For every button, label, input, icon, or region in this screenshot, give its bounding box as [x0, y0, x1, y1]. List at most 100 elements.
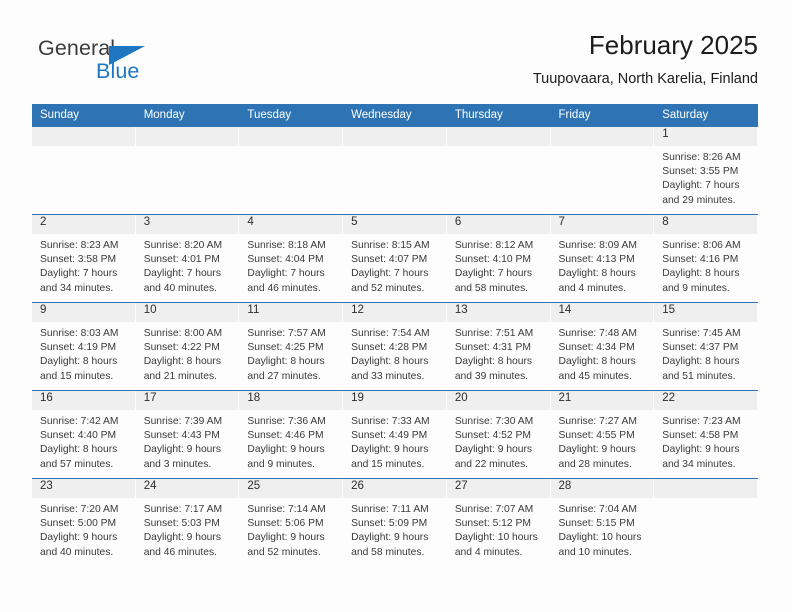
sunrise-text: Sunrise: 7:57 AM — [247, 328, 326, 339]
calendar-day-cell[interactable]: 12 Sunrise: 7:54 AM Sunset: 4:28 PM Dayligh… — [343, 302, 447, 391]
calendar-day-cell[interactable]: 1 Sunrise: 8:26 AM Sunset: 3:55 PM Daylight… — [654, 126, 758, 215]
day-cell-inner: 11 Sunrise: 7:57 AM Sunset: 4:25 PM Dayligh… — [239, 303, 344, 390]
daylight-text: Daylight: 7 hours and 58 minutes. — [454, 268, 533, 294]
calendar-day-cell[interactable]: 7 Sunrise: 8:09 AM Sunset: 4:13 PM Daylight… — [550, 214, 655, 303]
weekday-header-friday: Friday — [550, 104, 655, 127]
daylight-text: Daylight: 8 hours and 57 minutes. — [40, 444, 118, 470]
sunrise-text: Sunrise: 7:04 AM — [558, 504, 637, 515]
sunrise-text: Sunrise: 7:54 AM — [351, 328, 430, 339]
day-cell-inner: 18 Sunrise: 7:36 AM Sunset: 4:46 PM Dayligh… — [239, 391, 344, 478]
sunset-text: Sunset: 4:19 PM — [40, 342, 117, 354]
daylight-text: Daylight: 8 hours and 4 minutes. — [558, 268, 636, 294]
sunrise-text: Sunrise: 7:45 AM — [662, 328, 741, 339]
day-number — [32, 127, 136, 146]
calendar-day-cell-empty — [550, 126, 655, 215]
day-number: 17 — [135, 391, 240, 410]
calendar-day-cell[interactable]: 17 Sunrise: 7:39 AM Sunset: 4:43 PM Dayligh… — [135, 390, 240, 479]
day-cell-details: Sunrise: 8:03 AM Sunset: 4:19 PM Daylight:… — [32, 322, 136, 384]
day-cell-inner: 25 Sunrise: 7:14 AM Sunset: 5:06 PM Dayligh… — [239, 479, 344, 567]
day-number: 16 — [32, 391, 136, 410]
day-number — [550, 127, 655, 146]
sunrise-sunset-calendar-table: Sunday Monday Tuesday Wednesday Thursday… — [32, 104, 758, 567]
sunrise-text: Sunrise: 8:20 AM — [143, 240, 223, 251]
sunrise-text: Sunrise: 7:39 AM — [143, 416, 223, 427]
day-cell-details: Sunrise: 8:20 AM Sunset: 4:01 PM Daylight:… — [136, 234, 240, 296]
day-cell-inner: 20 Sunrise: 7:30 AM Sunset: 4:52 PM Dayligh… — [446, 391, 551, 478]
day-number: 2 — [32, 215, 136, 234]
day-cell-inner: 26 Sunrise: 7:11 AM Sunset: 5:09 PM Dayligh… — [343, 479, 447, 567]
calendar-day-cell[interactable]: 6 Sunrise: 8:12 AM Sunset: 4:10 PM Daylight… — [446, 214, 551, 303]
daylight-text: Daylight: 7 hours and 34 minutes. — [40, 268, 118, 294]
calendar-day-cell[interactable]: 27 Sunrise: 7:07 AM Sunset: 5:12 PM Dayligh… — [446, 478, 551, 567]
calendar-day-cell[interactable]: 2 Sunrise: 8:23 AM Sunset: 3:58 PM Daylight… — [32, 214, 136, 303]
day-cell-details: Sunrise: 7:23 AM Sunset: 4:58 PM Daylight:… — [654, 410, 758, 472]
day-number — [239, 127, 344, 146]
calendar-day-cell[interactable]: 9 Sunrise: 8:03 AM Sunset: 4:19 PM Daylight… — [32, 302, 136, 391]
sunset-text: Sunset: 4:25 PM — [247, 342, 324, 354]
calendar-day-cell[interactable]: 18 Sunrise: 7:36 AM Sunset: 4:46 PM Dayligh… — [239, 390, 344, 479]
sunrise-text: Sunrise: 7:42 AM — [40, 416, 119, 427]
day-number: 13 — [446, 303, 551, 322]
calendar-day-cell[interactable]: 14 Sunrise: 7:48 AM Sunset: 4:34 PM Dayligh… — [550, 302, 655, 391]
calendar-day-cell[interactable]: 19 Sunrise: 7:33 AM Sunset: 4:49 PM Dayligh… — [343, 390, 447, 479]
daylight-text: Daylight: 9 hours and 22 minutes. — [454, 444, 533, 470]
calendar-day-cell[interactable]: 15 Sunrise: 7:45 AM Sunset: 4:37 PM Dayligh… — [654, 302, 758, 391]
day-number: 15 — [654, 303, 758, 322]
day-cell-details: Sunrise: 7:30 AM Sunset: 4:52 PM Daylight:… — [447, 410, 551, 472]
calendar-day-cell[interactable]: 3 Sunrise: 8:20 AM Sunset: 4:01 PM Daylight… — [135, 214, 240, 303]
day-number — [654, 479, 758, 498]
calendar-day-cell[interactable]: 22 Sunrise: 7:23 AM Sunset: 4:58 PM Dayligh… — [654, 390, 758, 479]
calendar-day-cell[interactable]: 21 Sunrise: 7:27 AM Sunset: 4:55 PM Dayligh… — [550, 390, 655, 479]
day-cell-inner: 2 Sunrise: 8:23 AM Sunset: 3:58 PM Daylight… — [32, 215, 136, 302]
calendar-day-cell[interactable]: 4 Sunrise: 8:18 AM Sunset: 4:04 PM Daylight… — [239, 214, 344, 303]
calendar-day-cell[interactable]: 8 Sunrise: 8:06 AM Sunset: 4:16 PM Daylight… — [654, 214, 758, 303]
weekday-header-thursday: Thursday — [446, 104, 551, 127]
calendar-day-cell[interactable]: 25 Sunrise: 7:14 AM Sunset: 5:06 PM Dayligh… — [239, 478, 344, 567]
calendar-day-cell[interactable]: 5 Sunrise: 8:15 AM Sunset: 4:07 PM Daylight… — [343, 214, 447, 303]
calendar-day-cell[interactable]: 24 Sunrise: 7:17 AM Sunset: 5:03 PM Dayligh… — [135, 478, 240, 567]
calendar-day-cell[interactable]: 26 Sunrise: 7:11 AM Sunset: 5:09 PM Dayligh… — [343, 478, 447, 567]
sunset-text: Sunset: 4:07 PM — [351, 254, 428, 266]
day-cell-inner: 16 Sunrise: 7:42 AM Sunset: 4:40 PM Dayligh… — [32, 391, 136, 478]
day-number: 6 — [446, 215, 551, 234]
day-cell-inner: 1 Sunrise: 8:26 AM Sunset: 3:55 PM Daylight… — [654, 127, 758, 214]
sunrise-text: Sunrise: 8:03 AM — [40, 328, 119, 339]
calendar-day-cell[interactable]: 10 Sunrise: 8:00 AM Sunset: 4:22 PM Dayligh… — [135, 302, 240, 391]
calendar-day-cell[interactable]: 16 Sunrise: 7:42 AM Sunset: 4:40 PM Dayligh… — [32, 390, 136, 479]
calendar-week-row: 23 Sunrise: 7:20 AM Sunset: 5:00 PM Dayligh… — [32, 478, 758, 567]
day-cell-details: Sunrise: 7:48 AM Sunset: 4:34 PM Daylight:… — [551, 322, 655, 384]
weekday-header-tuesday: Tuesday — [239, 104, 344, 127]
day-cell-inner: 19 Sunrise: 7:33 AM Sunset: 4:49 PM Dayligh… — [343, 391, 447, 478]
sunset-text: Sunset: 4:04 PM — [247, 254, 324, 266]
sunrise-text: Sunrise: 7:30 AM — [454, 416, 534, 427]
daylight-text: Daylight: 9 hours and 40 minutes. — [40, 532, 118, 558]
sunset-text: Sunset: 5:15 PM — [558, 518, 635, 530]
sunset-text: Sunset: 5:09 PM — [351, 518, 428, 530]
calendar-day-cell[interactable]: 28 Sunrise: 7:04 AM Sunset: 5:15 PM Dayligh… — [550, 478, 655, 567]
day-cell-details: Sunrise: 8:23 AM Sunset: 3:58 PM Daylight:… — [32, 234, 136, 296]
day-cell-details: Sunrise: 7:27 AM Sunset: 4:55 PM Daylight:… — [551, 410, 655, 472]
sunrise-text: Sunrise: 8:12 AM — [454, 240, 534, 251]
sunrise-text: Sunrise: 7:48 AM — [558, 328, 637, 339]
calendar-day-cell[interactable]: 23 Sunrise: 7:20 AM Sunset: 5:00 PM Dayligh… — [32, 478, 136, 567]
daylight-text: Daylight: 7 hours and 29 minutes. — [662, 180, 740, 206]
sunrise-text: Sunrise: 7:14 AM — [247, 504, 326, 515]
day-number — [343, 127, 447, 146]
day-cell-details: Sunrise: 7:57 AM Sunset: 4:25 PM Daylight:… — [239, 322, 343, 384]
sunset-text: Sunset: 5:00 PM — [40, 518, 117, 530]
sunset-text: Sunset: 4:34 PM — [558, 342, 635, 354]
sunset-text: Sunset: 5:12 PM — [454, 518, 531, 530]
day-cell-inner: 23 Sunrise: 7:20 AM Sunset: 5:00 PM Dayligh… — [32, 479, 136, 567]
calendar-day-cell[interactable]: 11 Sunrise: 7:57 AM Sunset: 4:25 PM Dayligh… — [239, 302, 344, 391]
calendar-week-row: 1 Sunrise: 8:26 AM Sunset: 3:55 PM Daylight… — [32, 126, 758, 215]
sunset-text: Sunset: 3:58 PM — [40, 254, 117, 266]
calendar-day-cell[interactable]: 13 Sunrise: 7:51 AM Sunset: 4:31 PM Dayligh… — [446, 302, 551, 391]
weekday-header-wednesday: Wednesday — [343, 104, 447, 127]
page-header: General Blue February 2025 Tuupovaara, N… — [32, 28, 758, 100]
daylight-text: Daylight: 9 hours and 9 minutes. — [247, 444, 325, 470]
calendar-week-row: 9 Sunrise: 8:03 AM Sunset: 4:19 PM Daylight… — [32, 302, 758, 391]
day-number — [135, 127, 240, 146]
calendar-day-cell[interactable]: 20 Sunrise: 7:30 AM Sunset: 4:52 PM Dayligh… — [446, 390, 551, 479]
sunrise-text: Sunrise: 7:17 AM — [143, 504, 223, 515]
day-cell-details: Sunrise: 7:04 AM Sunset: 5:15 PM Daylight:… — [551, 498, 655, 560]
